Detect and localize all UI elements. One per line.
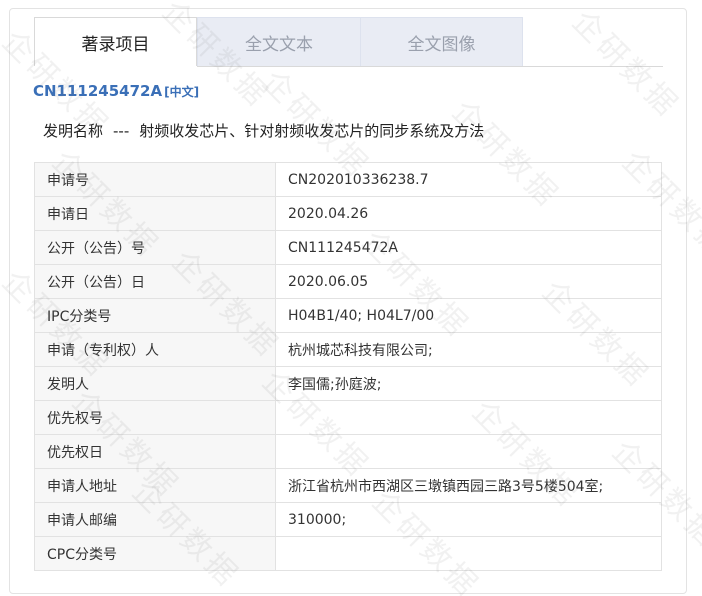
tab-fullimage[interactable]: 全文图像: [360, 17, 523, 66]
tab-bibliographic[interactable]: 著录项目: [34, 17, 197, 66]
field-label: 公开（公告）号: [34, 230, 276, 265]
table-row: 申请（专利权）人 杭州城芯科技有限公司;: [34, 332, 662, 367]
tab-bar: 著录项目 全文文本 全文图像: [34, 17, 523, 66]
field-value: 2020.04.26: [275, 196, 662, 231]
tab-divider: [197, 66, 663, 67]
field-label: 优先权号: [34, 400, 276, 435]
field-label: 申请日: [34, 196, 276, 231]
table-row: IPC分类号 H04B1/40; H04L7/00: [34, 298, 662, 333]
field-value: 杭州城芯科技有限公司;: [275, 332, 662, 367]
bibliographic-table: 申请号 CN202010336238.7 申请日 2020.04.26 公开（公告）…: [34, 162, 662, 571]
invention-title-label: 发明名称: [43, 122, 104, 140]
invention-title-text: 射频收发芯片、针对射频收发芯片的同步系统及方法: [139, 122, 485, 140]
table-row: 优先权号: [34, 400, 662, 435]
field-label: 申请人地址: [34, 468, 276, 503]
field-label: IPC分类号: [34, 298, 276, 333]
field-value: 浙江省杭州市西湖区三墩镇西园三路3号5楼504室;: [275, 468, 662, 503]
table-row: 申请号 CN202010336238.7: [34, 162, 662, 197]
field-value: H04B1/40; H04L7/00: [275, 298, 662, 333]
field-value: [275, 400, 662, 435]
field-value: 2020.06.05: [275, 264, 662, 299]
field-value: CN111245472A: [275, 230, 662, 265]
field-label: 申请（专利权）人: [34, 332, 276, 367]
table-row: 申请日 2020.04.26: [34, 196, 662, 231]
field-label: 公开（公告）日: [34, 264, 276, 299]
table-row: CPC分类号: [34, 536, 662, 571]
table-row: 申请人地址 浙江省杭州市西湖区三墩镇西园三路3号5楼504室;: [34, 468, 662, 503]
tab-fulltext[interactable]: 全文文本: [197, 17, 360, 66]
patent-number: CN111245472A [中文]: [33, 82, 199, 100]
field-value: CN202010336238.7: [275, 162, 662, 197]
table-row: 优先权日: [34, 434, 662, 469]
table-row: 公开（公告）日 2020.06.05: [34, 264, 662, 299]
table-row: 公开（公告）号 CN111245472A: [34, 230, 662, 265]
patent-number-text: CN111245472A: [33, 82, 163, 100]
field-value: [275, 434, 662, 469]
table-row: 申请人邮编 310000;: [34, 502, 662, 537]
field-label: 发明人: [34, 366, 276, 401]
field-label: CPC分类号: [34, 536, 276, 571]
title-separator: ---: [113, 122, 130, 140]
field-label: 优先权日: [34, 434, 276, 469]
field-label: 申请号: [34, 162, 276, 197]
table-row: 发明人 李国儒;孙庭波;: [34, 366, 662, 401]
language-badge[interactable]: [中文]: [164, 85, 199, 99]
field-value: 李国儒;孙庭波;: [275, 366, 662, 401]
field-value: [275, 536, 662, 571]
field-value: 310000;: [275, 502, 662, 537]
field-label: 申请人邮编: [34, 502, 276, 537]
invention-title: 发明名称 --- 射频收发芯片、针对射频收发芯片的同步系统及方法: [43, 120, 484, 141]
